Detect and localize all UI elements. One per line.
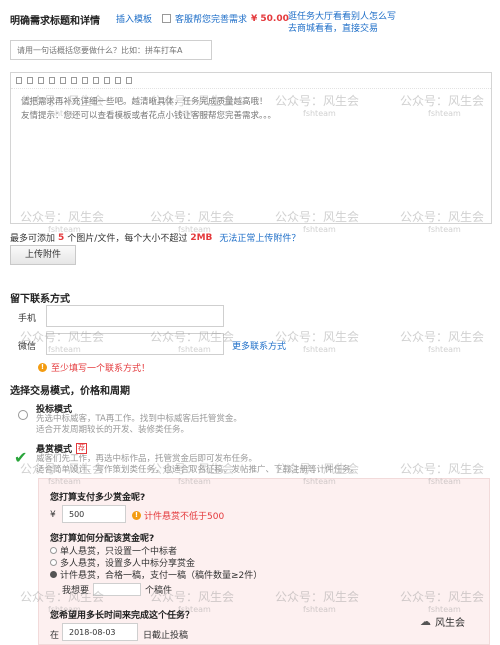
reward-mode-desc2: 适合简单设计、写作策划类任务，也适合取名征稿、发帖推广、下载注册等计件任务。 [36,465,360,475]
service-help-price: ¥ 50.00 [251,13,289,24]
attach-prefix: 最多可添加 [10,234,56,244]
phone-input-wrap [46,305,224,327]
brand-logo-icon: ☁ [420,615,431,628]
currency-symbol: ¥ [50,510,56,520]
watermark-sub: fshteam [428,225,461,234]
distribution-question: 您打算如何分配该赏金呢? [50,534,155,544]
brand-mark: ☁ 风生会 [420,614,465,629]
align-left-icon[interactable] [60,77,66,84]
service-help-label: 客服帮您完善需求 [175,15,248,25]
watermark-sub: fshteam [303,345,336,354]
attach-help-link[interactable]: 无法正常上传附件？ [219,231,300,244]
piece-count-unit: 个稿件 [145,586,173,596]
watermark-sub: fshteam [428,345,461,354]
bold-icon[interactable] [16,77,22,84]
watermark-text: 公众号：风生会 [400,462,485,476]
recommend-badge: 荐 [76,443,88,454]
wechat-input-wrap [46,333,224,355]
budget-input-wrap [62,505,126,523]
piece-reward-option[interactable]: 计件悬赏，合格一稿，支付一稿（稿件数量≥2件） [50,568,262,581]
bid-mode-desc2: 适合开发周期较长的开发、装修类任务。 [36,425,190,435]
budget-question: 您打算支付多少赏金呢? [50,493,146,503]
watermark-sub: fshteam [303,225,336,234]
deadline-input-wrap [62,623,138,641]
editor-toolbar [11,73,491,89]
requirement-editor[interactable]: 请把需求再补充详细一些吧。越清晰具体，任务完成质量越高哦！ 友情提示：您还可以查… [10,72,492,224]
contact-warning-text: 至少填写一个联系方式！ [51,364,151,374]
table-icon[interactable] [115,77,121,84]
wechat-input[interactable] [47,334,223,354]
shop-link[interactable]: 去商城看看，直接交易 [288,23,396,35]
contact-warning: ! 至少填写一个联系方式！ [38,361,150,374]
underline-icon[interactable] [38,77,44,84]
bid-mode-desc: 先选中标威客，TA再工作。找到中标威客后托管赏金。 适合开发周期较长的开发、装修… [36,414,242,436]
budget-input[interactable] [63,506,125,522]
wechat-label: 微信 [18,342,37,352]
service-help-option[interactable]: 客服帮您完善需求 ¥ 50.00 [162,12,289,25]
image-icon[interactable] [104,77,110,84]
align-center-icon[interactable] [71,77,77,84]
deadline-question: 您希望用多长时间来完成这个任务？ [50,611,195,621]
attach-mid: 个图片/文件，每个大小不超过 [67,234,188,244]
budget-warning: ! 计件悬赏不低于500 [132,509,224,522]
bid-mode-desc1: 先选中标威客，TA再工作。找到中标威客后托管赏金。 [36,414,242,424]
upload-attachment-button[interactable]: 上传附件 [10,245,76,265]
multi-reward-radio[interactable] [50,559,57,566]
deadline-suffix: 日截止投稿 [143,631,189,641]
watermark-text: 公众号：风生会 [275,330,360,344]
piece-reward-radio[interactable] [50,571,57,578]
font-color-icon[interactable] [49,77,55,84]
deadline-prefix: 在 [50,631,60,641]
piece-count-label: 我想要 [62,586,90,596]
piece-reward-label: 计件悬赏，合格一稿，支付一稿（稿件数量≥2件） [60,571,263,581]
fullscreen-icon[interactable] [126,77,132,84]
piece-count-input[interactable] [93,583,142,596]
list-icon[interactable] [82,77,88,84]
more-contact-link[interactable]: 更多联系方式 [232,339,286,352]
task-hall-link[interactable]: 逛任务大厅看看别人怎么写 [288,11,396,23]
reward-mode-desc1: 威客们先工作，再选中标作品，托管赏金后即可发布任务。 [36,454,258,464]
hall-links: 逛任务大厅看看别人怎么写 去商城看看，直接交易 [288,11,396,35]
check-icon[interactable]: ✔ [14,448,27,467]
budget-warning-text: 计件悬赏不低于500 [144,512,225,522]
brand-name: 风生会 [435,618,465,629]
editor-placeholder-line1: 请把需求再补充详细一些吧。越清晰具体，任务完成质量越高哦！ [21,97,268,107]
mode-section-title: 选择交易模式，价格和周期 [10,386,130,397]
task-title-input-wrap [10,40,212,60]
watermark-text: 公众号：风生会 [400,330,485,344]
attach-count: 5 [58,232,65,243]
link-icon[interactable] [93,77,99,84]
reward-mode-desc: 威客们先工作，再选中标作品，托管赏金后即可发布任务。 适合简单设计、写作策划类任… [36,454,359,476]
italic-icon[interactable] [27,77,33,84]
service-help-checkbox[interactable] [162,14,171,23]
attach-size: 2MB [190,232,213,243]
editor-placeholder-line2: 友情提示：您还可以查看模板或者花点小钱让客服帮您完善需求。。。 [21,111,277,121]
budget-warning-icon: ! [132,511,141,520]
warning-icon: ! [38,363,47,372]
phone-label: 手机 [18,314,37,324]
deadline-date-input[interactable] [63,624,137,640]
piece-count-row: 我想要 个稿件 [62,583,172,596]
editor-placeholder: 请把需求再补充详细一些吧。越清晰具体，任务完成质量越高哦！ 友情提示：您还可以查… [11,89,491,129]
single-reward-radio[interactable] [50,547,57,554]
task-title-input[interactable] [11,41,211,59]
phone-input[interactable] [47,306,223,326]
contact-section-title: 留下联系方式 [10,294,70,305]
insert-template-link[interactable]: 插入模板 [116,12,152,25]
detail-section-title: 明确需求标题和详情 [10,16,100,27]
attachment-info: 最多可添加 5 个图片/文件，每个大小不超过 2MB 无法正常上传附件？ [10,231,300,245]
bid-mode-radio[interactable] [18,410,28,420]
